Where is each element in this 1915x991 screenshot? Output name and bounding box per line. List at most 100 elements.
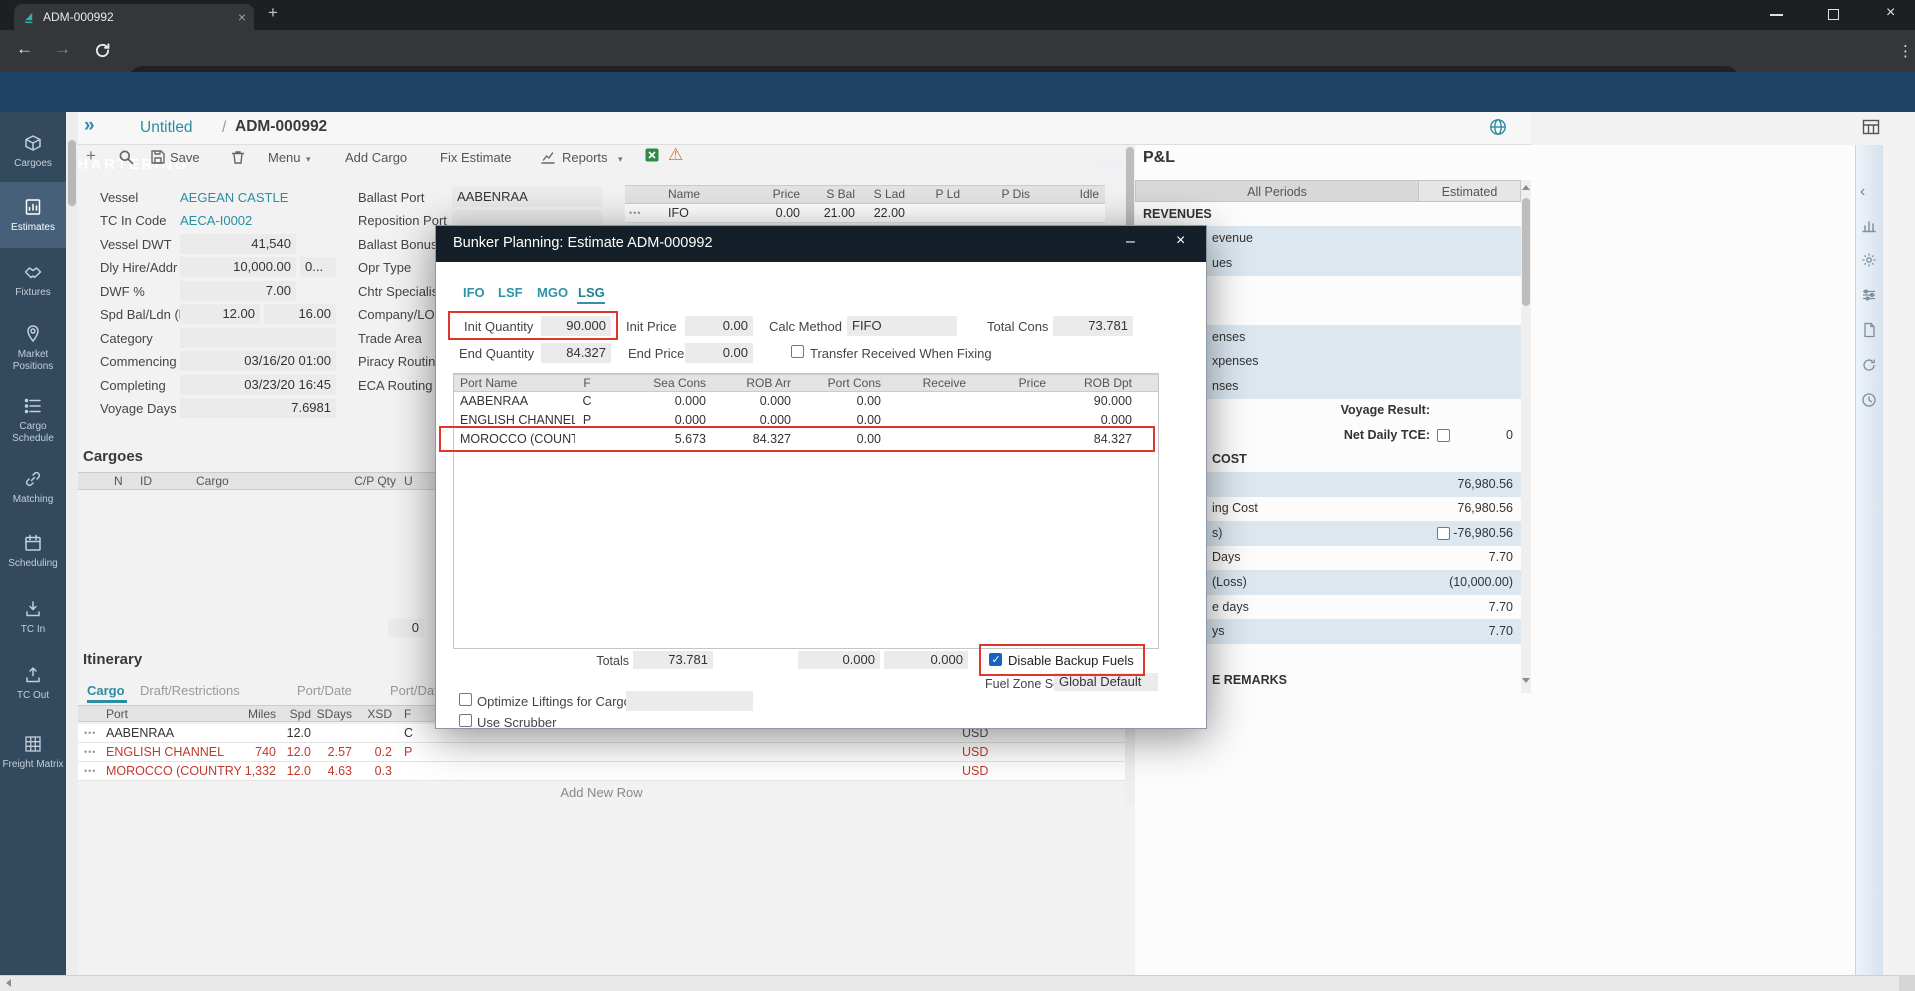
back-icon[interactable]: ← xyxy=(16,39,33,59)
voyage-days-field[interactable]: 7.6981 xyxy=(180,398,336,418)
itinerary-tab-port-dat[interactable]: Port/Dat xyxy=(390,683,438,698)
search-icon[interactable] xyxy=(118,149,134,165)
warning-icon[interactable]: ⚠ xyxy=(668,146,683,163)
vessel-dwt-field[interactable]: 41,540 xyxy=(180,234,296,254)
globe-icon[interactable] xyxy=(1488,117,1508,137)
scroll-left-icon[interactable] xyxy=(6,979,11,987)
bunker-grid-row[interactable]: MOROCCO (COUNTRY) 5.673 84.327 0.00 84.3… xyxy=(454,430,1158,449)
modal-tab-ifo[interactable]: IFO xyxy=(463,285,485,300)
commencing-field[interactable]: 03/16/20 01:00 xyxy=(180,351,336,371)
sidebar-item-matching[interactable]: Matching xyxy=(0,456,66,518)
save-icon[interactable] xyxy=(150,149,166,165)
window-maximize-icon[interactable] xyxy=(1828,9,1839,20)
end-price-field[interactable]: 0.00 xyxy=(685,343,753,363)
refresh-icon[interactable] xyxy=(1861,357,1877,373)
modal-close-icon[interactable]: × xyxy=(1176,232,1185,250)
add-cargo-button[interactable]: Add Cargo xyxy=(345,150,407,165)
use-scrubber-checkbox[interactable] xyxy=(459,714,472,727)
spd-ldn-field[interactable]: 16.00 xyxy=(264,304,336,324)
export-excel-icon[interactable] xyxy=(644,147,660,163)
sidebar-item-fixtures[interactable]: Fixtures xyxy=(0,248,66,312)
resize-grip[interactable] xyxy=(1899,975,1915,991)
tab-close-icon[interactable]: × xyxy=(238,9,246,25)
init-quantity-field[interactable]: 90.000 xyxy=(541,316,611,336)
reports-button[interactable]: Reports xyxy=(562,150,608,165)
sidebar-item-tc-out[interactable]: TC Out xyxy=(0,650,66,716)
total-cons-field[interactable]: 73.781 xyxy=(1053,316,1133,336)
reload-icon[interactable] xyxy=(94,42,111,59)
sidebar-item-cargoes[interactable]: Cargoes xyxy=(0,120,66,182)
sidebar-item-cargo-schedule[interactable]: Cargo Schedule xyxy=(0,384,66,456)
vessel-value[interactable]: AEGEAN CASTLE xyxy=(180,190,288,205)
filter-sliders-icon[interactable] xyxy=(1861,287,1877,303)
new-tab-button[interactable]: + xyxy=(268,3,278,23)
modal-minimize-icon[interactable]: – xyxy=(1126,233,1135,251)
reports-chart-icon[interactable] xyxy=(540,149,556,165)
bunker-grid-row[interactable]: ENGLISH CHANNEL P 0.000 0.000 0.00 0.000 xyxy=(454,411,1158,430)
calc-method-field[interactable]: FIFO xyxy=(847,316,957,336)
modal-tab-mgo[interactable]: MGO xyxy=(537,285,568,300)
modal-tab-lsg[interactable]: LSG xyxy=(578,285,605,300)
dly-hire-field[interactable]: 10,000.00 xyxy=(180,257,296,277)
spd-bal-field[interactable]: 12.00 xyxy=(180,304,260,324)
fuel-zone-set-dropdown[interactable]: Global Default xyxy=(1054,673,1158,691)
browser-tab[interactable]: ADM-000992 × xyxy=(14,4,254,30)
itinerary-tab-draft[interactable]: Draft/Restrictions xyxy=(140,683,240,698)
net-daily-tce-checkbox[interactable] xyxy=(1437,429,1450,442)
end-quantity-field[interactable]: 84.327 xyxy=(541,343,611,363)
sidebar-scrollbar-track[interactable] xyxy=(66,112,78,975)
pnl-scrollbar-thumb[interactable] xyxy=(1522,198,1530,306)
optimize-liftings-field[interactable] xyxy=(626,691,753,711)
ballast-port-field[interactable]: AABENRAA xyxy=(452,187,602,207)
sidebar-item-scheduling[interactable]: Scheduling xyxy=(0,518,66,584)
sidebar-item-freight-matrix[interactable]: Freight Matrix xyxy=(0,716,66,788)
tc-in-code-value[interactable]: AECA-I0002 xyxy=(180,213,252,228)
horizontal-scrollbar[interactable] xyxy=(0,975,1915,991)
breadcrumb-untitled[interactable]: Untitled xyxy=(140,119,193,137)
optimize-liftings-checkbox[interactable] xyxy=(459,693,472,706)
menu-button[interactable]: Menu xyxy=(268,150,301,165)
fix-estimate-button[interactable]: Fix Estimate xyxy=(440,150,512,165)
row-menu-icon[interactable]: ••• xyxy=(84,762,106,780)
window-minimize-icon[interactable] xyxy=(1770,14,1783,16)
dly-hire-addr-field[interactable]: 0... xyxy=(300,257,336,277)
delete-icon[interactable] xyxy=(230,149,246,165)
itinerary-row[interactable]: ••• MOROCCO (COUNTRY 1,332 12.0 4.63 0.3… xyxy=(78,762,1125,781)
modal-titlebar[interactable]: Bunker Planning: Estimate ADM-000992 – × xyxy=(436,226,1206,262)
table-view-icon[interactable] xyxy=(1862,118,1880,136)
pnl-col-estimated[interactable]: Estimated xyxy=(1418,180,1521,202)
gear-icon[interactable] xyxy=(1861,252,1877,268)
row-menu-icon[interactable]: ••• xyxy=(84,743,106,761)
pnl-col-all-periods[interactable]: All Periods xyxy=(1135,180,1419,202)
completing-field[interactable]: 03/23/20 16:45 xyxy=(180,375,336,395)
pnl-row-checkbox[interactable] xyxy=(1437,527,1450,540)
sidebar-scrollbar-thumb[interactable] xyxy=(68,140,76,206)
browser-menu-icon[interactable]: ⋮ xyxy=(1898,42,1913,60)
document-icon[interactable] xyxy=(1861,322,1877,338)
disable-backup-fuels-checkbox[interactable] xyxy=(989,653,1002,666)
itinerary-row[interactable]: ••• ENGLISH CHANNEL 740 12.0 2.57 0.2 P … xyxy=(78,743,1125,762)
modal-tab-lsf[interactable]: LSF xyxy=(498,285,523,300)
fuel-grid-row[interactable]: ••• IFO 0.00 21.00 22.00 xyxy=(625,204,1105,223)
sidebar-item-tc-in[interactable]: TC In xyxy=(0,584,66,650)
forward-icon[interactable]: → xyxy=(54,39,71,59)
bar-chart-icon[interactable] xyxy=(1861,218,1877,234)
itinerary-tab-port-date[interactable]: Port/Date xyxy=(297,683,352,698)
clock-icon[interactable] xyxy=(1861,392,1877,408)
category-field[interactable] xyxy=(180,328,336,348)
bunker-grid-row[interactable]: AABENRAA C 0.000 0.000 0.00 90.000 xyxy=(454,392,1158,411)
sidebar-item-estimates[interactable]: Estimates xyxy=(0,182,66,248)
sidebar-item-market-positions[interactable]: Market Positions xyxy=(0,312,66,384)
row-menu-icon[interactable]: ••• xyxy=(84,724,106,742)
expand-panel-chevron-icon[interactable]: ‹ xyxy=(1860,183,1865,201)
itinerary-tab-cargo[interactable]: Cargo xyxy=(87,683,125,698)
add-icon[interactable]: + xyxy=(86,146,96,166)
row-menu-icon[interactable]: ••• xyxy=(629,204,653,222)
scroll-down-icon[interactable] xyxy=(1522,678,1530,683)
save-button[interactable]: Save xyxy=(170,150,200,165)
add-new-row-button[interactable]: Add New Row xyxy=(78,785,1125,800)
transfer-received-checkbox[interactable] xyxy=(791,345,804,358)
window-close-icon[interactable]: × xyxy=(1886,4,1895,22)
collapse-panel-icon[interactable]: » xyxy=(84,115,95,137)
scroll-up-icon[interactable] xyxy=(1522,185,1530,190)
